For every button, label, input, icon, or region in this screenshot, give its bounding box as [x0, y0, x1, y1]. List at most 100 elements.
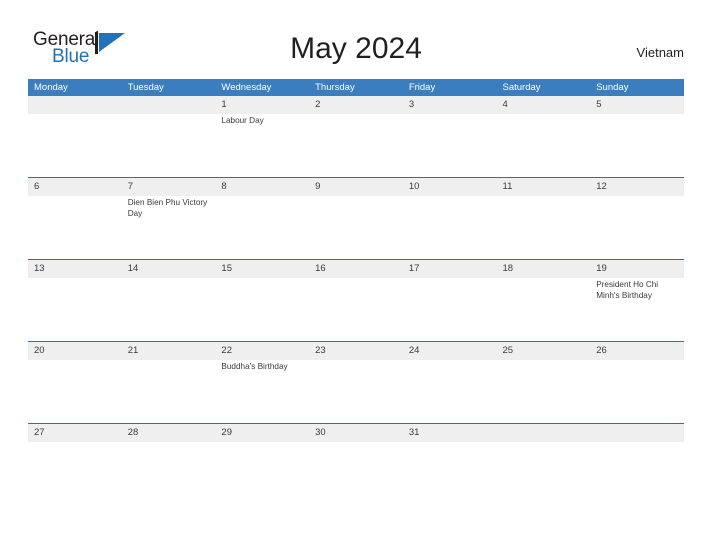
day-events: [409, 278, 492, 280]
holiday-label: Buddha's Birthday: [221, 362, 288, 371]
week-cells: 20 21 22 Buddha's Birthday 23 24 25 26: [28, 342, 684, 423]
day-number: 10: [408, 181, 420, 192]
day-events: [34, 442, 117, 444]
calendar-day-cell-empty: [122, 96, 216, 177]
day-events: [503, 442, 586, 444]
calendar-day-cell[interactable]: 18: [497, 260, 591, 341]
calendar-day-cell[interactable]: 2: [309, 96, 403, 177]
day-number: 15: [221, 263, 232, 274]
calendar-week-row: 27 28 29 30 31: [28, 423, 684, 505]
calendar-day-cell[interactable]: 11: [497, 178, 591, 259]
day-number: 13: [34, 263, 45, 274]
weekday-header-saturday: Saturday: [502, 82, 541, 93]
day-events: Labour Day: [221, 114, 304, 127]
calendar-week-row: 20 21 22 Buddha's Birthday 23 24 25 26: [28, 341, 684, 423]
day-events: [221, 278, 304, 280]
day-number: 22: [221, 345, 232, 356]
day-number: [503, 424, 586, 442]
day-number: 17: [408, 263, 420, 274]
day-events: [221, 442, 304, 444]
calendar-week-row: 13 14 15 16 17 18 19 President Ho Chi Minh's Bi…: [28, 259, 684, 341]
holiday-label: Dien Bien Phu Victory Day: [127, 198, 208, 218]
day-number: 7: [127, 181, 133, 192]
calendar-day-cell[interactable]: 1 Labour Day: [215, 96, 309, 177]
day-events: [596, 442, 679, 444]
calendar-day-cell[interactable]: 28: [122, 424, 216, 505]
calendar-day-cell[interactable]: 25: [497, 342, 591, 423]
day-number: 30: [315, 427, 326, 438]
calendar-day-cell[interactable]: 31: [403, 424, 497, 505]
day-number: 19: [596, 263, 607, 274]
day-events: [503, 278, 586, 280]
day-number: 9: [315, 181, 321, 192]
calendar-grid: Monday Tuesday Wednesday Thursday Friday…: [28, 79, 684, 505]
weekday-header-monday: Monday: [34, 82, 68, 93]
calendar-day-cell[interactable]: 17: [403, 260, 497, 341]
calendar-day-cell[interactable]: 13: [28, 260, 122, 341]
day-number: [596, 424, 679, 442]
day-number: 23: [315, 345, 326, 356]
calendar-day-cell-empty: [497, 424, 591, 505]
calendar-day-cell[interactable]: 22 Buddha's Birthday: [215, 342, 309, 423]
day-events: [34, 360, 117, 362]
calendar-day-cell[interactable]: 9: [309, 178, 403, 259]
calendar-day-cell-empty: [28, 96, 122, 177]
day-number: [128, 96, 211, 114]
day-number: 25: [502, 345, 514, 356]
day-events: [128, 278, 211, 280]
calendar-day-cell[interactable]: 3: [403, 96, 497, 177]
day-events: [315, 442, 398, 444]
day-events: [34, 278, 117, 280]
day-number: 14: [127, 263, 139, 274]
day-events: Buddha's Birthday: [221, 360, 304, 373]
calendar-day-cell[interactable]: 29: [215, 424, 309, 505]
page-header: General Blue May 2024 Vietnam: [0, 0, 712, 79]
calendar-day-cell[interactable]: 20: [28, 342, 122, 423]
calendar-day-cell[interactable]: 7 Dien Bien Phu Victory Day: [122, 178, 216, 259]
calendar-day-cell[interactable]: 16: [309, 260, 403, 341]
day-events: [315, 114, 398, 116]
day-number: 18: [502, 263, 514, 274]
calendar-day-cell[interactable]: 10: [403, 178, 497, 259]
calendar-day-cell[interactable]: 6: [28, 178, 122, 259]
week-cells: 13 14 15 16 17 18 19 President Ho Chi Minh's Bi…: [28, 260, 684, 341]
day-number: 21: [127, 345, 139, 356]
calendar-day-cell[interactable]: 19 President Ho Chi Minh's Birthday: [590, 260, 684, 341]
day-events: [128, 360, 211, 362]
calendar-day-cell[interactable]: 8: [215, 178, 309, 259]
holiday-label: Labour Day: [221, 116, 264, 125]
weekday-header-thursday: Thursday: [315, 82, 355, 93]
day-number: 29: [221, 427, 232, 438]
weekday-header-wednesday: Wednesday: [221, 82, 272, 93]
calendar-page: General Blue May 2024 Vietnam Monday Tue…: [0, 0, 712, 550]
day-number: 16: [315, 263, 326, 274]
calendar-day-cell[interactable]: 26: [590, 342, 684, 423]
day-number: 6: [34, 181, 40, 192]
day-events: [409, 196, 492, 198]
calendar-week-row: 1 Labour Day 2 3 4 5: [28, 96, 684, 177]
week-cells: 27 28 29 30 31: [28, 424, 684, 505]
day-number: [34, 96, 117, 114]
day-events: [128, 114, 211, 116]
calendar-day-cell[interactable]: 27: [28, 424, 122, 505]
calendar-day-cell[interactable]: 4: [497, 96, 591, 177]
calendar-day-cell[interactable]: 15: [215, 260, 309, 341]
day-events: [315, 360, 398, 362]
week-cells: 6 7 Dien Bien Phu Victory Day 8 9 10 11 12: [28, 178, 684, 259]
day-number: 1: [221, 99, 227, 110]
day-events: [315, 278, 398, 280]
holiday-label: President Ho Chi Minh's Birthday: [596, 280, 659, 300]
page-title: May 2024: [290, 32, 422, 65]
calendar-day-cell[interactable]: 14: [122, 260, 216, 341]
calendar-day-cell[interactable]: 23: [309, 342, 403, 423]
day-events: [409, 442, 492, 444]
calendar-day-cell[interactable]: 24: [403, 342, 497, 423]
calendar-day-cell[interactable]: 5: [590, 96, 684, 177]
calendar-day-cell-empty: [590, 424, 684, 505]
calendar-day-cell[interactable]: 30: [309, 424, 403, 505]
calendar-day-cell[interactable]: 12: [590, 178, 684, 259]
day-events: [34, 114, 117, 116]
weekday-header-row: Monday Tuesday Wednesday Thursday Friday…: [28, 79, 684, 96]
day-number: 3: [408, 99, 415, 110]
calendar-day-cell[interactable]: 21: [122, 342, 216, 423]
